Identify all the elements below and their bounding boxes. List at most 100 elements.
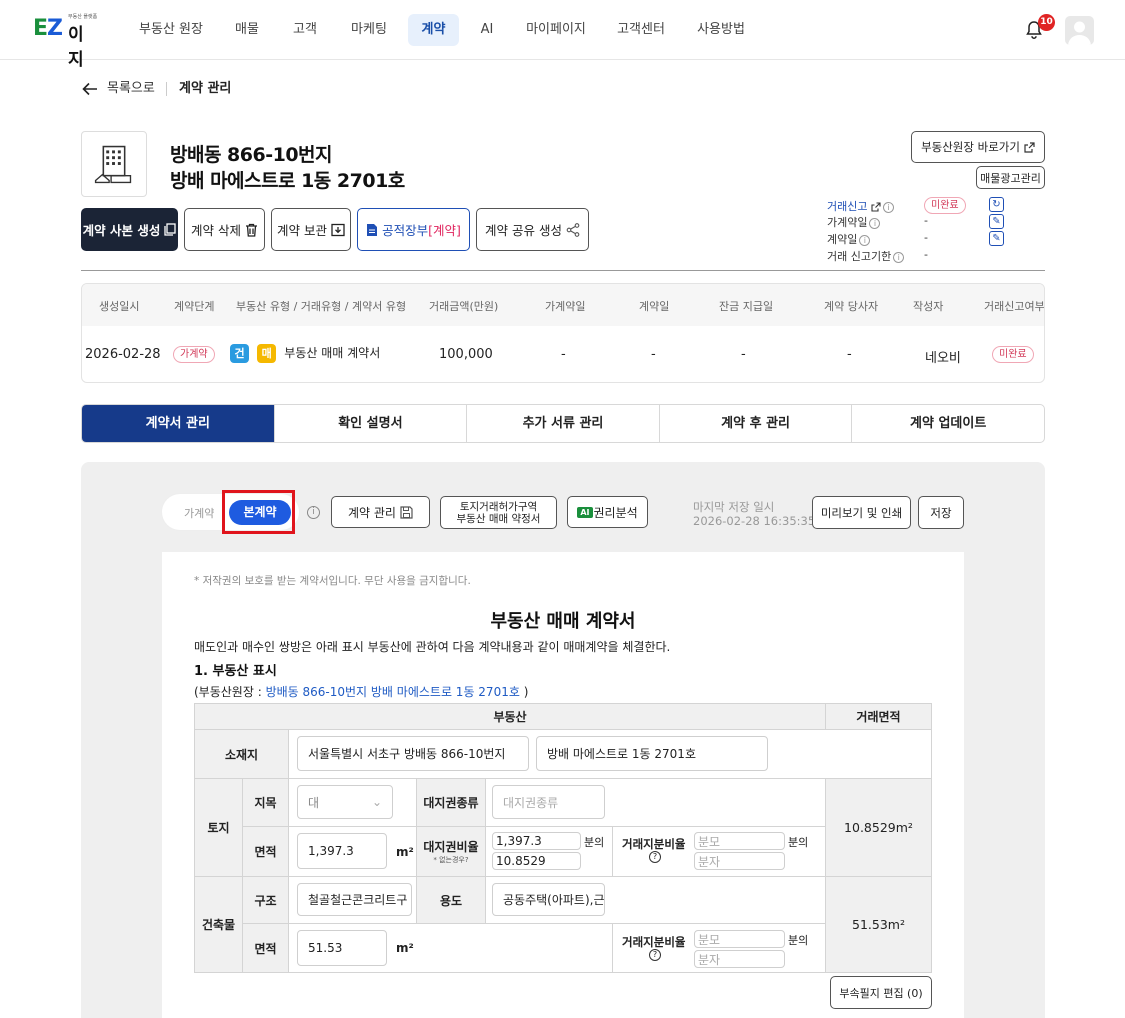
archive-contract-label: 계약 보관: [277, 223, 327, 238]
contract-summary-table: 생성일시 계약단계 부동산 유형 / 거래유형 / 계약서 유형 거래금액(만원…: [81, 283, 1045, 383]
delete-contract-label: 계약 삭제: [191, 223, 241, 238]
go-ledger-button[interactable]: 부동산원장 바로가기: [911, 131, 1045, 163]
tab-confirmation[interactable]: 확인 설명서: [275, 405, 468, 442]
save-button[interactable]: 저장: [918, 496, 964, 529]
col-prov-date: 가계약일: [545, 300, 586, 313]
th-building: 건축물: [194, 876, 243, 973]
delete-contract-button[interactable]: 계약 삭제: [184, 208, 265, 251]
trade-ratio-label: 거래지분비율: [622, 837, 686, 851]
help-icon[interactable]: ?: [649, 949, 661, 961]
tab-post-contract[interactable]: 계약 후 관리: [660, 405, 853, 442]
trash-icon: [245, 223, 257, 237]
toggle-provisional[interactable]: 가계약: [184, 505, 214, 521]
deadline-value: -: [924, 248, 928, 261]
archive-icon: [331, 223, 345, 236]
land-area-input[interactable]: 1,397.3: [297, 833, 387, 869]
breadcrumb-current: 계약 관리: [179, 81, 232, 96]
summary-contract-date: -: [651, 347, 656, 362]
nav-customers[interactable]: 고객: [284, 14, 326, 46]
top-navigation: EZ 부동산 플랫폼 이지 부동산 원장 매물 고객 마케팅 계약 AI 마이페…: [0, 0, 1125, 70]
create-copy-button[interactable]: 계약 사본 생성: [81, 208, 178, 251]
tab-contract-manage[interactable]: 계약서 관리: [82, 405, 275, 442]
ad-manage-button[interactable]: 매물광고관리: [976, 166, 1045, 189]
save-icon: [400, 505, 413, 519]
pencil-icon[interactable]: ✎: [989, 214, 1004, 229]
bldg-trade-area: 51.53m²: [825, 876, 932, 973]
tab-update[interactable]: 계약 업데이트: [852, 405, 1044, 442]
th-structure: 구조: [242, 876, 289, 924]
nav-guide[interactable]: 사용방법: [688, 14, 754, 46]
ratio-denominator-input[interactable]: 1,397.3: [492, 832, 581, 850]
land-trade-area: 10.8529m²: [825, 778, 932, 877]
arrow-left-icon[interactable]: [82, 82, 98, 96]
summary-author: 네오비: [925, 351, 961, 366]
status-label-report[interactable]: 거래신고 i: [827, 198, 894, 214]
building-type-tag: 건: [230, 344, 249, 363]
public-ledger-button[interactable]: 공적장부 [계약]: [357, 208, 470, 251]
th-jimok: 지목: [242, 778, 289, 827]
address-field-1[interactable]: 서울특별시 서초구 방배동 866-10번지: [297, 736, 529, 771]
ai-badge: AI: [577, 506, 593, 518]
jimok-select[interactable]: 대 ⌄: [297, 785, 393, 819]
section-divider: [81, 270, 1045, 271]
col-report: 거래신고여부: [984, 300, 1045, 313]
refresh-icon[interactable]: ↻: [989, 197, 1004, 212]
bldg-area-input[interactable]: 51.53: [297, 930, 387, 966]
trade-ratio-den-input[interactable]: 분모: [694, 832, 785, 850]
col-parties: 계약 당사자: [824, 300, 879, 313]
ratio-numerator-input[interactable]: 10.8529: [492, 852, 581, 870]
building-thumbnail: [81, 131, 147, 197]
document-icon: [367, 223, 378, 236]
attached-lot-edit-button[interactable]: 부속필지 편집 (0): [830, 976, 932, 1009]
nav-ledger[interactable]: 부동산 원장: [132, 14, 210, 46]
bldg-ratio-den-input[interactable]: 분모: [694, 930, 785, 948]
share-contract-button[interactable]: 계약 공유 생성: [476, 208, 589, 251]
nav-ai[interactable]: AI: [472, 14, 502, 46]
status-label-deadline: 거래 신고기한 i: [827, 248, 905, 264]
copy-icon: [164, 223, 177, 236]
land-permit-button[interactable]: 토지거래허가구역 부동산 매매 약정서: [440, 496, 557, 529]
unit-m2: m²: [396, 845, 414, 859]
info-icon: i: [859, 234, 871, 246]
th-property: 부동산: [194, 703, 826, 730]
document-intro: 매도인과 매수인 쌍방은 아래 표시 부동산에 관하여 다음 계약내용과 같이 …: [194, 640, 671, 654]
cell-divider: [612, 923, 613, 973]
address-field-2[interactable]: 방배 마에스트로 1동 2701호: [536, 736, 768, 771]
pencil-icon[interactable]: ✎: [989, 231, 1004, 246]
chevron-down-icon: ⌄: [371, 795, 382, 809]
contract-tabs: 계약서 관리 확인 설명서 추가 서류 관리 계약 후 관리 계약 업데이트: [81, 404, 1045, 443]
th-use: 용도: [416, 876, 486, 924]
avatar[interactable]: [1065, 16, 1094, 45]
th-land: 토지: [194, 778, 243, 877]
trade-ratio-num-input[interactable]: 분자: [694, 852, 785, 870]
col-created: 생성일시: [99, 300, 140, 313]
nav-listings[interactable]: 매물: [226, 14, 268, 46]
use-input[interactable]: 공동주택(아파트),근: [492, 883, 605, 916]
last-saved-label: 마지막 저장 일시: [693, 500, 775, 514]
contract-manage-button[interactable]: 계약 관리: [331, 496, 430, 528]
ledger-link[interactable]: 방배동 866-10번지 방배 마에스트로 1동 2701호: [266, 685, 520, 699]
ez-logo[interactable]: EZ 부동산 플랫폼 이지: [33, 14, 99, 70]
nav-marketing[interactable]: 마케팅: [342, 14, 396, 46]
summary-stage-badge: 가계약: [173, 346, 215, 363]
right-type-input[interactable]: 대지권종류: [492, 785, 605, 819]
nav-mypage[interactable]: 마이페이지: [518, 14, 594, 46]
info-icon: i: [882, 201, 894, 213]
th-right-ratio: 대지권비율 * 없는경우?: [416, 826, 486, 877]
rights-analysis-button[interactable]: AI 권리분석: [567, 496, 648, 528]
create-copy-label: 계약 사본 생성: [82, 223, 161, 238]
status-label-provisional: 가계약일 i: [827, 214, 881, 230]
contract-manage-label: 계약 관리: [348, 505, 396, 520]
info-icon[interactable]: i: [307, 506, 320, 519]
rights-analysis-label: 권리분석: [593, 505, 638, 520]
tab-extra-docs[interactable]: 추가 서류 관리: [467, 405, 660, 442]
preview-print-button[interactable]: 미리보기 및 인쇄: [812, 496, 911, 529]
nav-contract[interactable]: 계약: [408, 14, 459, 46]
archive-contract-button[interactable]: 계약 보관: [271, 208, 351, 251]
nav-support[interactable]: 고객센터: [610, 14, 672, 46]
back-to-list-link[interactable]: 목록으로: [107, 80, 155, 98]
bldg-ratio-num-input[interactable]: 분자: [694, 950, 785, 968]
section-heading: 1. 부동산 표시: [194, 664, 277, 679]
help-icon[interactable]: ?: [649, 851, 661, 863]
structure-input[interactable]: 철골철근콘크리트구: [297, 883, 412, 916]
